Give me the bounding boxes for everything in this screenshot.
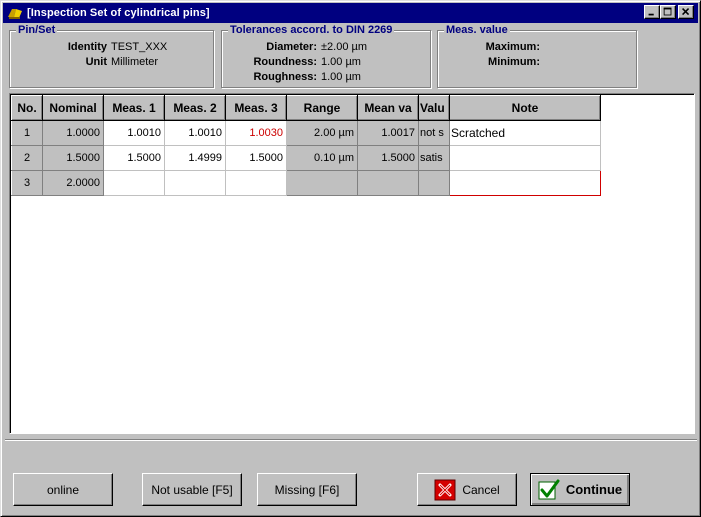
not-usable-button-label: Not usable [F5] — [151, 482, 233, 497]
close-icon — [682, 8, 690, 16]
note-cell[interactable] — [449, 145, 601, 171]
maximize-button[interactable] — [660, 5, 676, 19]
pin-set-group: Pin/Set Identity TEST_XXX Unit Millimeter — [9, 24, 214, 88]
continue-button[interactable]: Continue — [530, 473, 630, 506]
continue-button-label: Continue — [565, 482, 623, 497]
not-usable-button[interactable]: Not usable [F5] — [142, 473, 242, 506]
tolerances-group: Tolerances accord. to DIN 2269 Diameter:… — [221, 24, 431, 88]
pin-app-icon — [7, 5, 23, 21]
table-row: 3 2.0000 — [11, 170, 601, 196]
meas-value-group: Meas. value Maximum: Minimum: — [437, 24, 637, 88]
meas-2-cell[interactable]: 1.4999 — [164, 145, 226, 171]
nominal-cell: 2.0000 — [42, 170, 104, 196]
roundness-label: Roundness: — [253, 56, 317, 68]
header-note[interactable]: Note — [449, 95, 601, 121]
nominal-cell: 1.0000 — [42, 120, 104, 146]
minimum-label: Minimum: — [488, 56, 540, 68]
minimize-button[interactable] — [644, 5, 660, 19]
meas-1-cell[interactable] — [103, 170, 165, 196]
value-cell: satis — [418, 145, 450, 171]
pin-set-group-title: Pin/Set — [16, 24, 58, 36]
mean-cell: 1.5000 — [357, 145, 419, 171]
header-range[interactable]: Range — [286, 95, 358, 121]
nominal-cell: 1.5000 — [42, 145, 104, 171]
close-button[interactable] — [678, 5, 694, 19]
tolerances-group-title: Tolerances accord. to DIN 2269 — [228, 24, 395, 36]
identity-value: TEST_XXX — [111, 41, 168, 53]
row-number: 3 — [11, 170, 43, 196]
range-cell: 0.10 µm — [286, 145, 358, 171]
roughness-label: Roughness: — [253, 71, 317, 83]
online-button[interactable]: online — [13, 473, 113, 506]
separator — [5, 439, 697, 441]
measurement-table: No. Nominal Meas. 1 Meas. 2 Meas. 3 Rang… — [11, 95, 601, 196]
header-meas-2[interactable]: Meas. 2 — [164, 95, 226, 121]
inspection-window: [Inspection Set of cylindrical pins] Pin… — [0, 0, 701, 517]
value-cell — [418, 170, 450, 196]
meas-3-cell[interactable] — [225, 170, 287, 196]
value-cell: not s — [418, 120, 450, 146]
note-cell-editing[interactable] — [449, 170, 601, 196]
meas-2-cell[interactable] — [164, 170, 226, 196]
cancel-button[interactable]: Cancel — [417, 473, 517, 506]
meas-1-cell[interactable]: 1.5000 — [103, 145, 165, 171]
title-bar[interactable]: [Inspection Set of cylindrical pins] — [3, 3, 698, 23]
header-meas-3[interactable]: Meas. 3 — [225, 95, 287, 121]
row-number: 1 — [11, 120, 43, 146]
cancel-button-label: Cancel — [462, 482, 500, 497]
grid-header-row: No. Nominal Meas. 1 Meas. 2 Meas. 3 Rang… — [11, 95, 601, 121]
meas-value-group-title: Meas. value — [444, 24, 510, 36]
unit-value: Millimeter — [111, 56, 159, 68]
header-meas-1[interactable]: Meas. 1 — [103, 95, 165, 121]
unit-label: Unit — [85, 56, 107, 68]
cancel-x-icon — [434, 479, 456, 500]
note-cell[interactable]: Scratched — [449, 120, 601, 146]
window-title: [Inspection Set of cylindrical pins] — [27, 7, 210, 19]
meas-3-cell[interactable]: 1.0030 — [225, 120, 287, 146]
mean-cell — [357, 170, 419, 196]
online-button-label: online — [46, 482, 80, 497]
header-nominal[interactable]: Nominal — [42, 95, 104, 121]
header-value[interactable]: Valu — [418, 95, 450, 121]
roundness-value: 1.00 µm — [321, 56, 361, 68]
roughness-value: 1.00 µm — [321, 71, 361, 83]
check-icon — [538, 479, 560, 499]
mean-cell: 1.0017 — [357, 120, 419, 146]
identity-label: Identity — [67, 41, 107, 53]
missing-button-label: Missing [F6] — [274, 482, 340, 497]
minimize-icon — [648, 13, 654, 16]
range-cell — [286, 170, 358, 196]
maximum-label: Maximum: — [485, 41, 540, 53]
header-mean-value[interactable]: Mean va — [357, 95, 419, 121]
meas-3-cell[interactable]: 1.5000 — [225, 145, 287, 171]
diameter-label: Diameter: — [266, 41, 317, 53]
range-cell: 2.00 µm — [286, 120, 358, 146]
diameter-value: ±2.00 µm — [321, 41, 368, 53]
header-no[interactable]: No. — [11, 95, 43, 121]
missing-button[interactable]: Missing [F6] — [257, 473, 357, 506]
maximize-icon — [663, 7, 672, 16]
row-number: 2 — [11, 145, 43, 171]
table-row: 2 1.5000 1.5000 1.4999 1.5000 0.10 µm 1.… — [11, 145, 601, 171]
table-row: 1 1.0000 1.0010 1.0010 1.0030 2.00 µm 1.… — [11, 120, 601, 146]
meas-2-cell[interactable]: 1.0010 — [164, 120, 226, 146]
measurement-grid[interactable]: No. Nominal Meas. 1 Meas. 2 Meas. 3 Rang… — [9, 93, 695, 434]
meas-1-cell[interactable]: 1.0010 — [103, 120, 165, 146]
